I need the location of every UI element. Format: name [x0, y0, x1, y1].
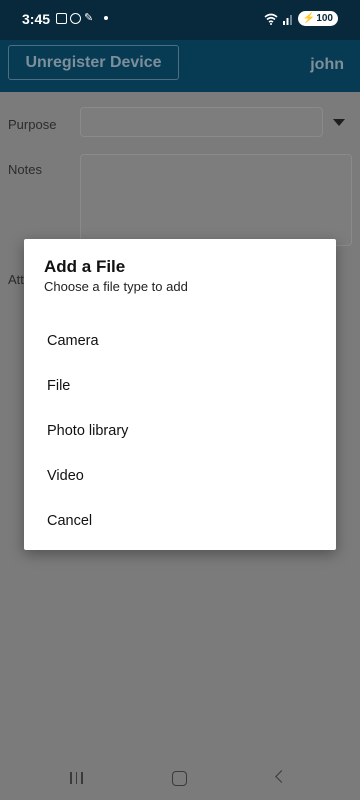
screenshot-icon: [56, 12, 67, 24]
recents-icon[interactable]: [70, 772, 83, 784]
charging-icon: ⚡: [302, 13, 316, 24]
navigation-bar: [0, 755, 360, 800]
option-file[interactable]: File: [24, 363, 336, 408]
more-notifications-icon: [104, 16, 109, 20]
dialog-subtitle: Choose a file type to add: [44, 279, 188, 294]
add-file-dialog: Add a File Choose a file type to add Cam…: [24, 239, 336, 550]
dropdown-arrow-icon[interactable]: [333, 119, 345, 126]
purpose-select[interactable]: [80, 107, 323, 137]
wifi-icon: [264, 13, 278, 25]
option-photo-library[interactable]: Photo library: [24, 408, 336, 453]
system-icons: ⚡ 100: [264, 11, 338, 26]
notes-label: Notes: [8, 162, 42, 177]
status-bar: 3:45 ✎ ⚡ 100: [0, 0, 360, 40]
option-camera[interactable]: Camera: [24, 318, 336, 363]
app-header: Unregister Device john: [0, 40, 360, 92]
purpose-label: Purpose: [8, 117, 57, 132]
option-video[interactable]: Video: [24, 453, 336, 498]
attachments-label: Att: [8, 272, 24, 287]
magic-wand-icon: ✎: [84, 12, 94, 24]
battery-indicator: ⚡ 100: [297, 11, 338, 26]
back-icon[interactable]: [275, 770, 288, 783]
sync-icon: [70, 12, 81, 24]
option-cancel[interactable]: Cancel: [24, 498, 336, 543]
home-icon[interactable]: [172, 771, 187, 786]
notification-icons: ✎: [56, 12, 109, 24]
notes-field[interactable]: [80, 154, 352, 246]
unregister-device-button[interactable]: Unregister Device: [8, 45, 179, 80]
status-time: 3:45: [22, 11, 51, 27]
signal-icon: [282, 14, 292, 25]
dialog-title: Add a File: [44, 257, 126, 276]
username: john: [310, 56, 344, 73]
battery-level: 100: [316, 13, 333, 24]
